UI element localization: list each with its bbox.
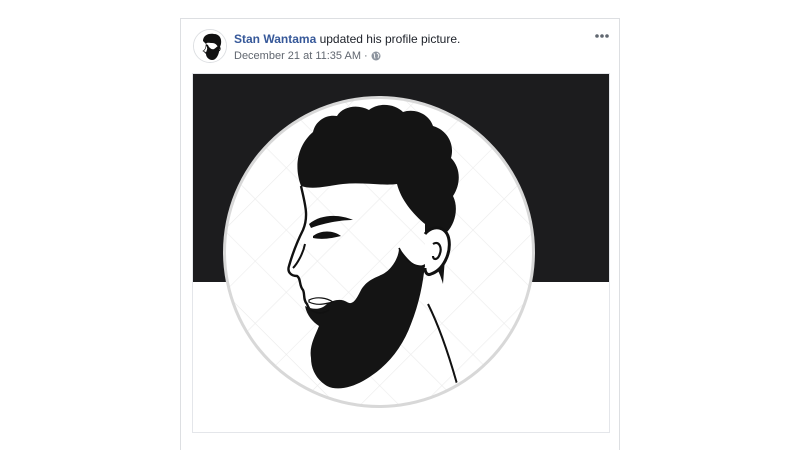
more-options-icon — [595, 34, 609, 38]
globe-icon[interactable] — [371, 51, 381, 61]
profile-picture-image[interactable] — [192, 73, 610, 433]
post-action-text: updated his profile picture. — [316, 32, 461, 46]
post-headline: Stan Wantama updated his profile picture… — [234, 31, 460, 47]
more-options-button[interactable] — [593, 29, 611, 41]
post-card: Stan Wantama updated his profile picture… — [180, 18, 620, 450]
author-name-link[interactable]: Stan Wantama — [234, 32, 316, 46]
post-header: Stan Wantama updated his profile picture… — [181, 19, 619, 73]
bearded-man-profile-illustration — [193, 74, 609, 432]
post-meta: December 21 at 11:35 AM · — [234, 49, 381, 63]
meta-separator: · — [363, 50, 368, 62]
post-timestamp[interactable]: December 21 at 11:35 AM — [234, 49, 361, 63]
avatar-illustration-icon — [194, 30, 226, 62]
author-avatar[interactable] — [193, 29, 227, 63]
